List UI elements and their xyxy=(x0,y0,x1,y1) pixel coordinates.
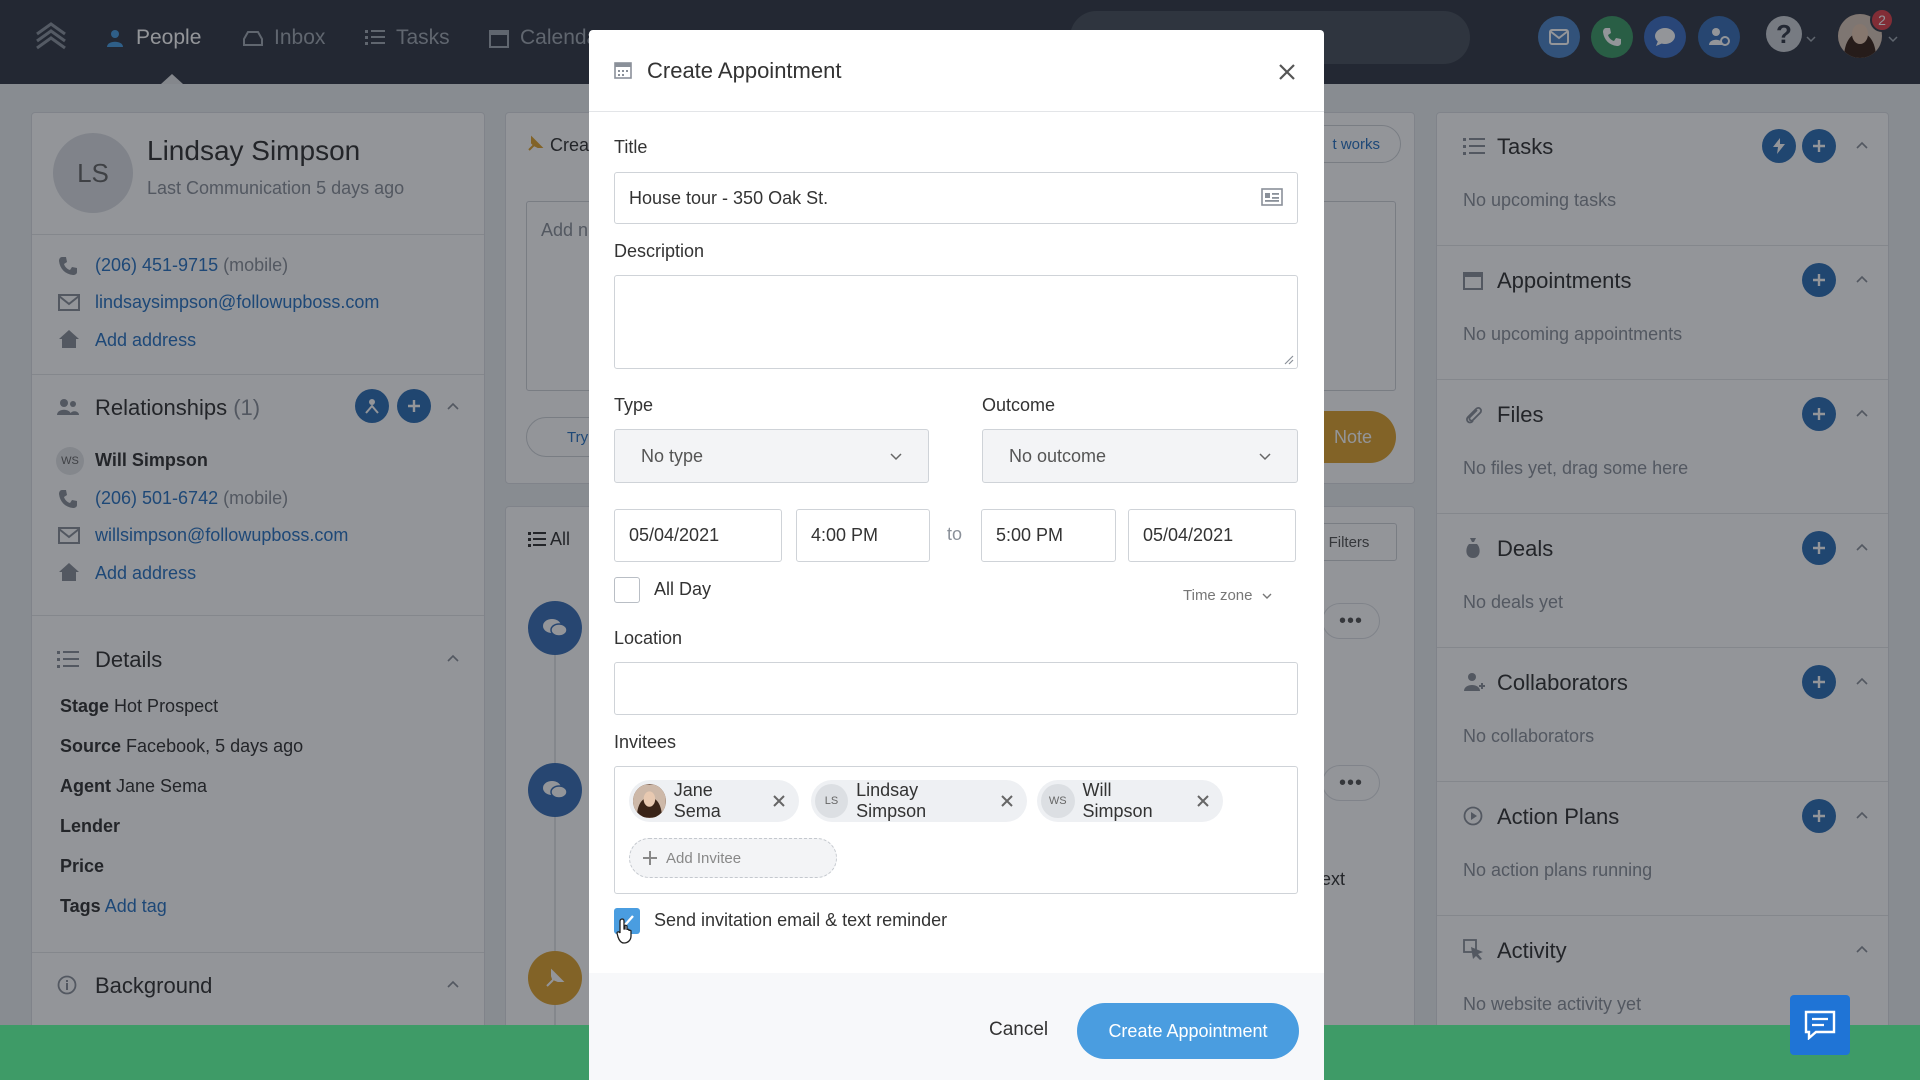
add-invitee-label: Add Invitee xyxy=(666,849,742,867)
calendar-icon xyxy=(614,61,632,79)
remove-invitee-icon[interactable] xyxy=(1195,793,1211,809)
start-time-input[interactable]: 4:00 PM xyxy=(796,509,930,562)
close-icon[interactable] xyxy=(1277,62,1297,82)
outcome-select-value: No outcome xyxy=(1009,445,1107,466)
invitee-avatar: WS xyxy=(1041,784,1075,818)
start-date-input[interactable]: 05/04/2021 xyxy=(614,509,782,562)
contact-card-icon[interactable] xyxy=(1261,188,1283,206)
location-label: Location xyxy=(614,628,683,648)
create-appointment-modal: Create Appointment Title House tour - 35… xyxy=(589,30,1324,1080)
chevron-down-icon xyxy=(1259,451,1271,461)
add-invitee-button[interactable]: Add Invitee xyxy=(629,838,837,878)
plus-icon xyxy=(642,850,658,866)
modal-title: Create Appointment xyxy=(647,58,842,83)
invitees-label: Invitees xyxy=(614,732,677,752)
description-label: Description xyxy=(614,241,705,261)
remove-invitee-icon[interactable] xyxy=(999,793,1015,809)
end-time-input[interactable]: 5:00 PM xyxy=(981,509,1116,562)
invitee-avatar xyxy=(633,784,666,818)
remove-invitee-icon[interactable] xyxy=(772,793,787,809)
invitee-name: Will Simpson xyxy=(1082,780,1153,821)
invitee-name: Jane Sema xyxy=(673,780,721,821)
title-input-value: House tour - 350 Oak St. xyxy=(629,187,829,208)
chat-widget-button[interactable] xyxy=(1790,995,1850,1055)
to-label: to xyxy=(947,524,963,544)
chat-message-icon xyxy=(1804,1010,1836,1040)
type-select[interactable]: No type xyxy=(614,429,929,483)
invitee-chip-jane-sema: Jane Sema xyxy=(629,780,799,822)
create-appointment-button[interactable]: Create Appointment xyxy=(1077,1003,1299,1059)
invitees-box[interactable]: Jane Sema LS Lindsay Simpson WS Will Sim… xyxy=(614,766,1298,894)
end-date-input[interactable]: 05/04/2021 xyxy=(1128,509,1296,562)
location-input[interactable] xyxy=(614,662,1298,715)
cancel-button[interactable]: Cancel xyxy=(989,1019,1048,1041)
title-input[interactable]: House tour - 350 Oak St. xyxy=(614,172,1298,224)
type-select-value: No type xyxy=(641,445,704,466)
description-textarea[interactable] xyxy=(614,275,1298,369)
pointer-cursor-icon xyxy=(616,918,636,944)
invitee-avatar: LS xyxy=(815,784,849,818)
resize-handle-icon[interactable] xyxy=(1284,355,1294,365)
all-day-label: All Day xyxy=(654,579,712,599)
outcome-select[interactable]: No outcome xyxy=(982,429,1298,483)
outcome-label: Outcome xyxy=(982,395,1056,415)
invitee-chip-lindsay-simpson: LS Lindsay Simpson xyxy=(811,780,1027,822)
title-label: Title xyxy=(614,137,648,157)
type-label: Type xyxy=(614,395,654,415)
time-zone-label: Time zone xyxy=(1183,587,1253,604)
invitee-chip-will-simpson: WS Will Simpson xyxy=(1037,780,1223,822)
send-invitation-label: Send invitation email & text reminder xyxy=(654,910,948,930)
all-day-checkbox[interactable] xyxy=(614,577,640,603)
chevron-down-icon xyxy=(890,451,902,461)
chevron-down-icon xyxy=(1262,592,1272,600)
time-zone-dropdown[interactable]: Time zone xyxy=(1183,587,1272,604)
invitee-name: Lindsay Simpson xyxy=(856,780,927,821)
